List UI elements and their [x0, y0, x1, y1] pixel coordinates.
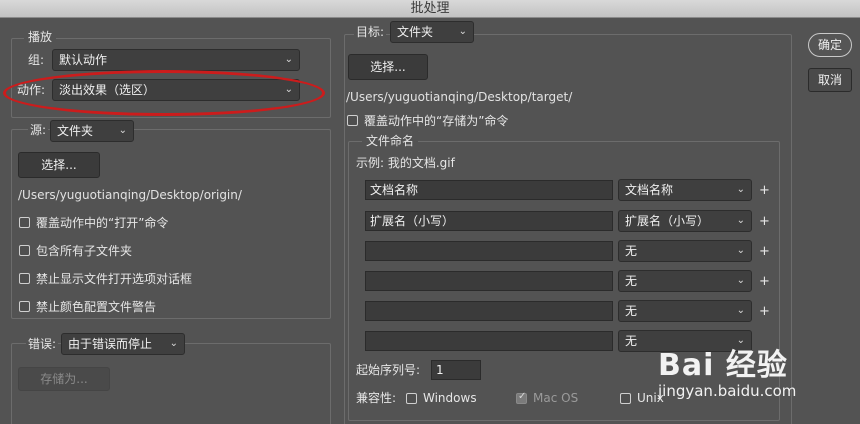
- source-path: /Users/yuguotianqing/Desktop/origin/: [18, 188, 242, 202]
- compat-windows-checkbox[interactable]: Windows: [406, 391, 477, 405]
- ok-button[interactable]: 确定: [808, 33, 852, 57]
- naming-field-5[interactable]: [365, 301, 613, 321]
- chevron-down-icon: ⌄: [284, 54, 293, 65]
- suppress-open-options-label: 禁止显示文件打开选项对话框: [36, 272, 193, 286]
- baidu-watermark: Bai 经验 jingyan.baidu.com: [658, 348, 797, 401]
- naming-field-4[interactable]: [365, 271, 613, 291]
- suppress-open-options-checkbox[interactable]: 禁止显示文件打开选项对话框: [19, 270, 192, 287]
- chevron-down-icon: ⌄: [169, 338, 178, 349]
- naming-select-4[interactable]: 无 ⌄: [618, 270, 752, 292]
- naming-legend: 文件命名: [362, 134, 419, 148]
- override-open-checkbox[interactable]: 覆盖动作中的“打开”命令: [19, 214, 168, 231]
- chevron-down-icon: ⌄: [458, 26, 467, 37]
- checkbox-icon: [19, 245, 30, 256]
- add-row-icon[interactable]: +: [759, 213, 770, 231]
- chevron-down-icon: ⌄: [736, 215, 745, 226]
- naming-example: 示例: 我的文档.gif: [356, 156, 455, 170]
- naming-select-2-value: 扩展名（小写）: [625, 214, 710, 228]
- watermark-brand: Bai 经验: [658, 348, 788, 383]
- source-select[interactable]: 文件夹 ⌄: [50, 120, 134, 142]
- add-row-icon[interactable]: +: [759, 273, 770, 291]
- chevron-down-icon: ⌄: [118, 125, 127, 136]
- play-legend: 播放: [24, 30, 57, 44]
- checkbox-icon: [620, 392, 631, 404]
- chevron-down-icon: ⌄: [284, 84, 293, 95]
- compat-label: 兼容性:: [356, 391, 397, 405]
- destination-select[interactable]: 文件夹 ⌄: [390, 21, 474, 43]
- compat-macos-label: Mac OS: [533, 391, 579, 405]
- action-select-value: 淡出效果（选区）: [59, 83, 156, 97]
- naming-select-5-value: 无: [625, 304, 638, 318]
- naming-select-3-value: 无: [625, 244, 638, 258]
- checkbox-checked-icon: [516, 391, 527, 404]
- window-title: 批处理: [0, 0, 860, 18]
- include-subfolders-checkbox[interactable]: 包含所有子文件夹: [19, 242, 132, 259]
- naming-field-2[interactable]: 扩展名（小写）: [365, 211, 613, 231]
- naming-field-6[interactable]: [365, 331, 613, 351]
- serial-label: 起始序列号:: [356, 363, 421, 377]
- destination-label: 目标:: [354, 23, 387, 41]
- compat-windows-label: Windows: [423, 391, 477, 405]
- group-label: 组:: [28, 53, 45, 67]
- group-select[interactable]: 默认动作 ⌄: [52, 49, 300, 71]
- checkbox-icon: [347, 115, 358, 126]
- include-subfolders-label: 包含所有子文件夹: [36, 244, 133, 258]
- suppress-color-warning-label: 禁止颜色配置文件警告: [36, 300, 157, 314]
- action-select[interactable]: 淡出效果（选区） ⌄: [52, 79, 300, 101]
- destination-choose-button[interactable]: 选择...: [348, 54, 428, 80]
- source-label: 源:: [28, 121, 49, 139]
- override-save-label: 覆盖动作中的“存储为”命令: [364, 114, 509, 128]
- naming-select-6-value: 无: [625, 334, 638, 348]
- errors-select[interactable]: 由于错误而停止 ⌄: [61, 333, 185, 355]
- naming-select-1-value: 文档名称: [625, 183, 674, 197]
- naming-field-3[interactable]: [365, 241, 613, 261]
- source-choose-button[interactable]: 选择...: [18, 152, 100, 178]
- source-select-value: 文件夹: [57, 124, 94, 138]
- action-label: 动作:: [17, 83, 46, 97]
- add-row-icon[interactable]: +: [759, 182, 770, 200]
- chevron-down-icon: ⌄: [736, 275, 745, 286]
- checkbox-icon: [19, 301, 30, 312]
- watermark-url: jingyan.baidu.com: [658, 382, 797, 400]
- serial-input[interactable]: 1: [431, 360, 481, 380]
- chevron-down-icon: ⌄: [736, 184, 745, 195]
- suppress-color-warning-checkbox[interactable]: 禁止颜色配置文件警告: [19, 298, 156, 315]
- naming-select-4-value: 无: [625, 274, 638, 288]
- checkbox-icon: [19, 217, 30, 228]
- compat-macos-checkbox[interactable]: Mac OS: [516, 391, 578, 405]
- naming-select-2[interactable]: 扩展名（小写） ⌄: [618, 210, 752, 232]
- errors-select-value: 由于错误而停止: [68, 337, 153, 351]
- checkbox-icon: [19, 273, 30, 284]
- add-row-icon[interactable]: +: [759, 243, 770, 261]
- naming-field-1[interactable]: 文档名称: [365, 180, 613, 200]
- naming-select-1[interactable]: 文档名称 ⌄: [618, 179, 752, 201]
- cancel-button[interactable]: 取消: [808, 68, 852, 92]
- checkbox-icon: [406, 392, 417, 404]
- errors-label: 错误:: [26, 335, 59, 353]
- destination-select-value: 文件夹: [397, 25, 434, 39]
- destination-path: /Users/yuguotianqing/Desktop/target/: [346, 90, 573, 104]
- group-select-value: 默认动作: [59, 53, 108, 67]
- chevron-down-icon: ⌄: [736, 245, 745, 256]
- override-open-label: 覆盖动作中的“打开”命令: [36, 216, 169, 230]
- save-as-button[interactable]: 存储为...: [18, 367, 110, 391]
- add-row-icon[interactable]: +: [759, 303, 770, 321]
- chevron-down-icon: ⌄: [736, 305, 745, 316]
- naming-select-3[interactable]: 无 ⌄: [618, 240, 752, 262]
- override-save-checkbox[interactable]: 覆盖动作中的“存储为”命令: [347, 112, 508, 129]
- naming-select-5[interactable]: 无 ⌄: [618, 300, 752, 322]
